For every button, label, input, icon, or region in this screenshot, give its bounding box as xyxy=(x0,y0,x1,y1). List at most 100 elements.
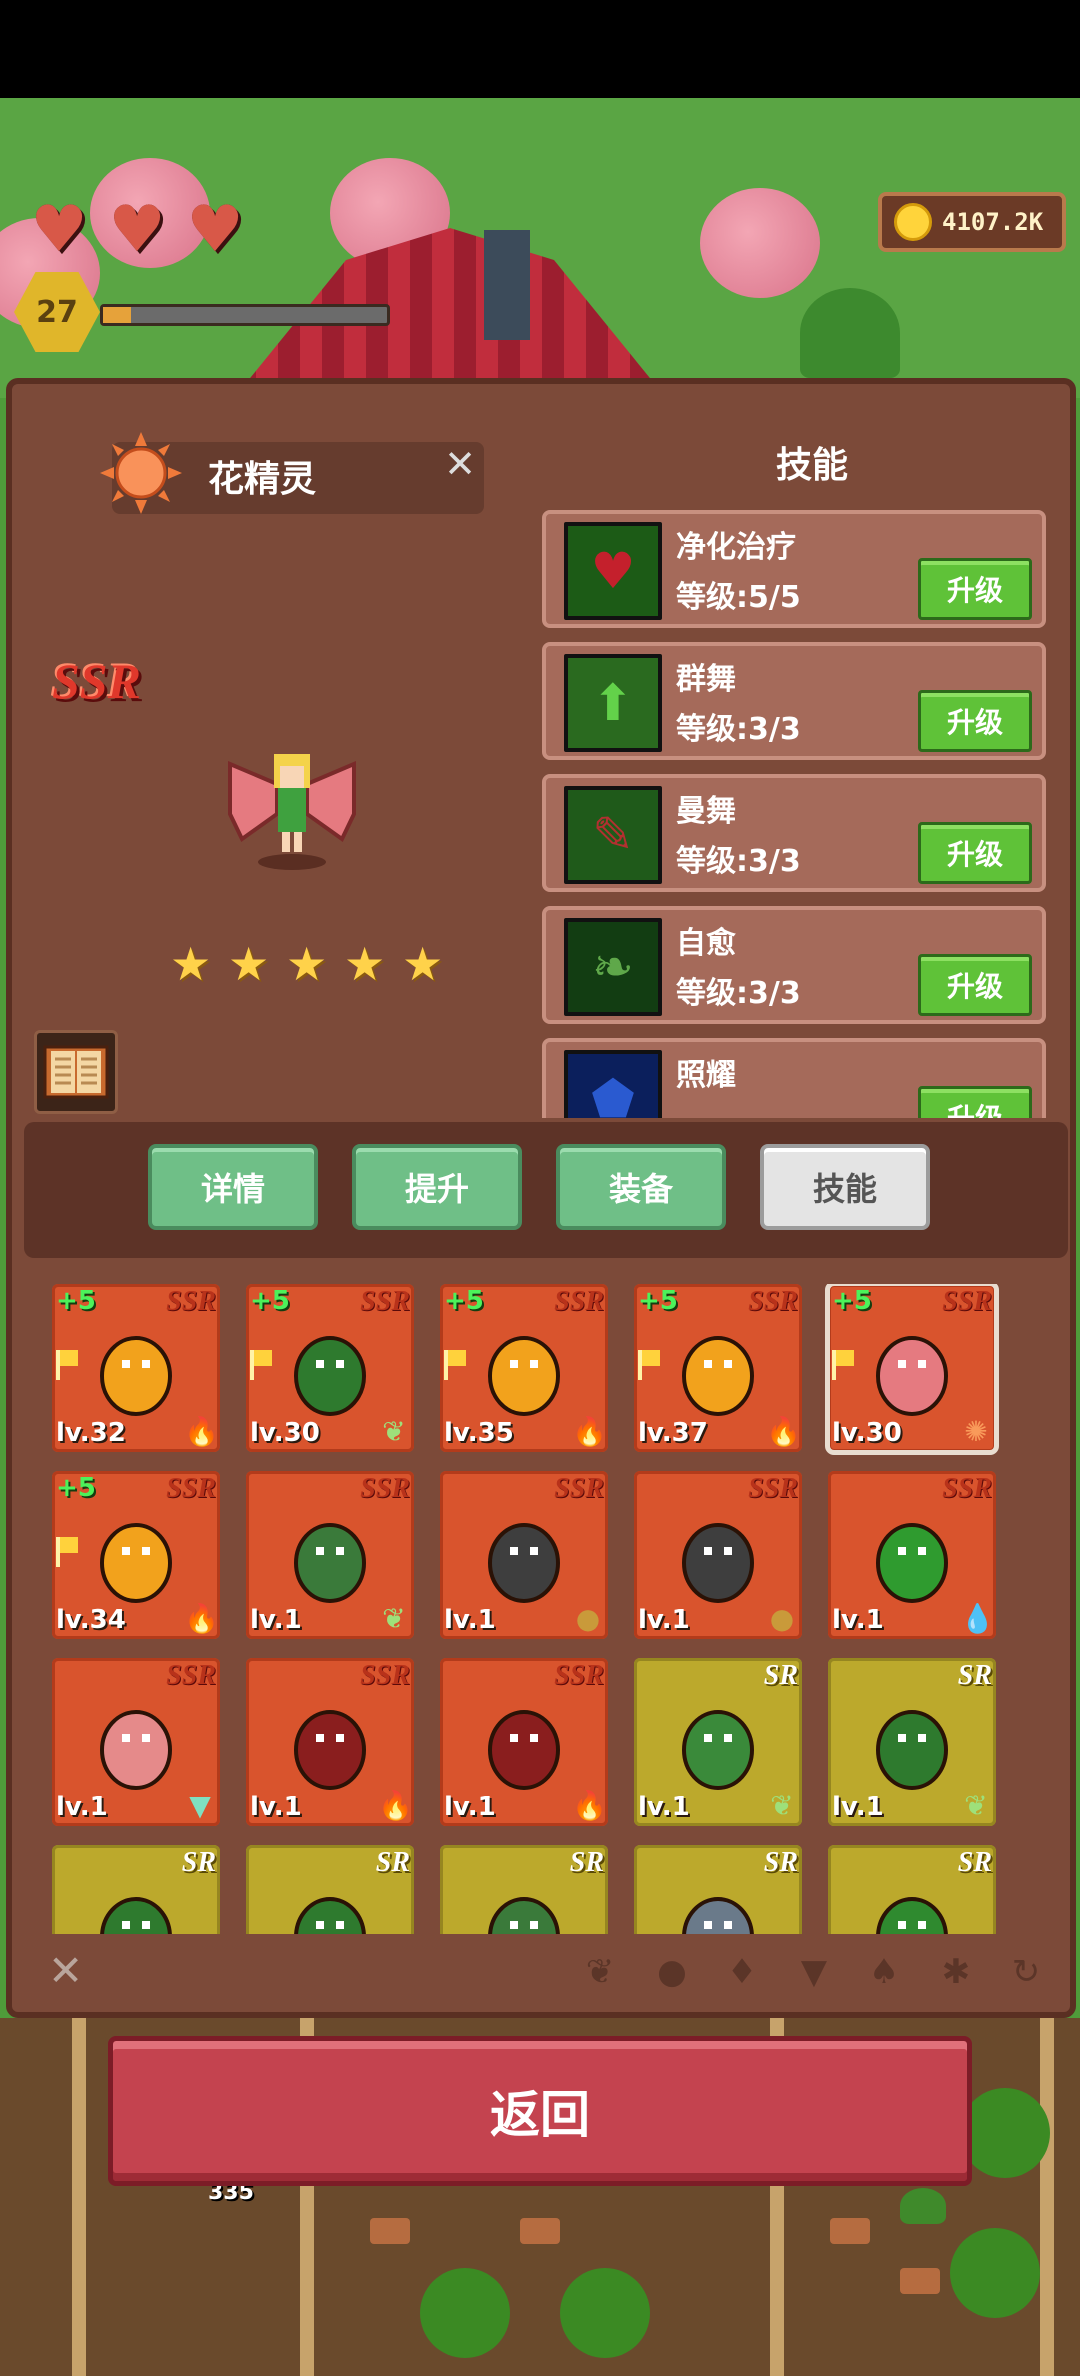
card-rarity: SSR xyxy=(360,1660,410,1691)
skill-name: 照耀 xyxy=(676,1058,736,1093)
hero-card[interactable]: SR lv.1 ❦ xyxy=(634,1658,802,1826)
wind-filter-icon[interactable]: ▼ xyxy=(794,1952,834,1992)
upgrade-button[interactable]: 升级 xyxy=(918,558,1032,620)
close-icon[interactable]: ✕ xyxy=(48,1946,83,1995)
hero-card[interactable]: SR lv.1 ❦ xyxy=(828,1658,996,1826)
hero-card[interactable]: +5 SSR lv.30 ✺ xyxy=(825,1284,999,1455)
card-rarity: SSR xyxy=(360,1473,410,1504)
hero-card[interactable]: SR xyxy=(440,1845,608,1934)
fire-element-icon: 🔥 xyxy=(572,1789,607,1822)
tab-details[interactable]: 详情 xyxy=(148,1144,318,1230)
flag-icon xyxy=(444,1350,468,1380)
hero-card-grid[interactable]: +5 SSR lv.32 🔥 +5 SSR lv.30 ❦ +5 SSR lv.35 🔥 +5 SSR lv… xyxy=(52,1284,1042,1934)
hero-card[interactable]: SSR lv.1 ● xyxy=(634,1471,802,1639)
heart-icon: ♥ xyxy=(108,193,166,267)
hero-card[interactable]: SR xyxy=(828,1845,996,1934)
earth-element-icon: ● xyxy=(769,1602,795,1635)
flame-sprite xyxy=(86,1320,186,1420)
card-rarity: SSR xyxy=(554,1286,604,1317)
hero-card[interactable]: +5 SSR lv.30 ❦ xyxy=(246,1284,414,1452)
health-hearts: ♥ ♥ ♥ xyxy=(22,193,252,267)
pink-tree xyxy=(700,188,820,298)
skill-row: ♥ 净化治疗 等级:5/5 升级 xyxy=(542,510,1046,628)
skill-level: 等级:3/3 xyxy=(676,712,801,747)
hero-card[interactable]: +5 SSR lv.32 🔥 xyxy=(52,1284,220,1452)
boot-icon: ✎ xyxy=(564,786,662,884)
skill-name: 曼舞 xyxy=(676,794,736,829)
upgrade-button[interactable]: 升级 xyxy=(918,822,1032,884)
card-level: lv.1 xyxy=(56,1792,108,1822)
status-bar xyxy=(0,0,1080,98)
flame-filter-icon[interactable]: ♠ xyxy=(864,1952,904,1992)
skill-row: ⬆ 群舞 等级:3/3 升级 xyxy=(542,642,1046,760)
card-level: lv.1 xyxy=(444,1792,496,1822)
water-element-icon: 💧 xyxy=(960,1602,995,1635)
codex-book-button[interactable] xyxy=(34,1030,118,1114)
upgrade-button[interactable]: 升级 xyxy=(918,1086,1032,1118)
hero-card[interactable]: +5 SSR lv.35 🔥 xyxy=(440,1284,608,1452)
hero-card[interactable]: SSR lv.1 🔥 xyxy=(440,1658,608,1826)
heart-icon: ♥ xyxy=(564,522,662,620)
card-rarity: SSR xyxy=(748,1286,798,1317)
earth-element-icon: ● xyxy=(575,1602,601,1635)
hero-card[interactable]: SR xyxy=(246,1845,414,1934)
hero-card[interactable]: +5 SSR lv.37 🔥 xyxy=(634,1284,802,1452)
skills-list[interactable]: ♥ 净化治疗 等级:5/5 升级 ⬆ 群舞 等级:3/3 升级 ✎ 曼舞 等级:3/3 升级 ❧ 自愈 等级… xyxy=(542,510,1052,1118)
leaf-icon: ❧ xyxy=(564,918,662,1016)
card-rarity: SR xyxy=(763,1847,798,1878)
card-rarity: SSR xyxy=(360,1286,410,1317)
card-rarity: SSR xyxy=(166,1473,216,1504)
coin-counter[interactable]: 4107.2K xyxy=(878,192,1066,252)
palm-tree xyxy=(800,288,900,378)
card-rarity: SSR xyxy=(748,1473,798,1504)
tab-upgrade[interactable]: 提升 xyxy=(352,1144,522,1230)
orc-knight-sprite xyxy=(280,1507,380,1607)
book-icon xyxy=(43,1045,109,1099)
hero-card[interactable]: SSR lv.1 💧 xyxy=(828,1471,996,1639)
water-filter-icon[interactable]: ♦ xyxy=(722,1952,762,1992)
back-button[interactable]: 返回 xyxy=(108,2036,972,2186)
star-filter-icon[interactable]: ✱ xyxy=(936,1952,976,1992)
card-rarity: SSR xyxy=(554,1660,604,1691)
upgrade-button[interactable]: 升级 xyxy=(918,690,1032,752)
hero-card[interactable]: SSR lv.1 ▼ xyxy=(52,1658,220,1826)
hero-rarity-badge: SSR xyxy=(52,653,141,709)
tab-bar: 详情 提升 装备 技能 xyxy=(24,1122,1068,1258)
card-plus: +5 xyxy=(638,1286,678,1316)
card-plus: +5 xyxy=(56,1473,96,1503)
hero-sprite xyxy=(228,754,356,870)
card-rarity: SR xyxy=(957,1660,992,1691)
bush-sprite xyxy=(862,1881,962,1934)
xp-bar xyxy=(100,304,390,326)
hero-stars: ★ ★ ★ ★ ★ xyxy=(170,937,443,991)
fire-filter-icon[interactable]: ❦ xyxy=(580,1952,620,1992)
hero-card[interactable]: SSR lv.1 ● xyxy=(440,1471,608,1639)
card-plus: +5 xyxy=(56,1286,96,1316)
hero-card[interactable]: SSR lv.1 ❦ xyxy=(246,1471,414,1639)
tab-skills[interactable]: 技能 xyxy=(760,1144,930,1230)
tab-equipment[interactable]: 装备 xyxy=(556,1144,726,1230)
earth-filter-icon[interactable]: ● xyxy=(652,1952,692,1992)
star-icon: ★ xyxy=(286,937,328,991)
card-level: lv.37 xyxy=(638,1418,708,1448)
skill-row: ❧ 自愈 等级:3/3 升级 xyxy=(542,906,1046,1024)
flame-sprite xyxy=(668,1320,768,1420)
close-icon[interactable]: ✕ xyxy=(440,444,480,484)
hero-card[interactable]: SR xyxy=(634,1845,802,1934)
arrow-up-icon: ⬆ xyxy=(564,654,662,752)
star-icon: ★ xyxy=(170,937,212,991)
cycle-filter-icon[interactable]: ↻ xyxy=(1006,1952,1046,1992)
upgrade-button[interactable]: 升级 xyxy=(918,954,1032,1016)
card-rarity: SR xyxy=(375,1847,410,1878)
treant-sprite xyxy=(280,1320,380,1420)
hero-card[interactable]: SSR lv.1 🔥 xyxy=(246,1658,414,1826)
card-plus: +5 xyxy=(832,1286,872,1316)
skill-level: 等级:5/5 xyxy=(676,580,801,615)
leaf-element-icon: ❦ xyxy=(382,1602,406,1635)
skill-row: ⬟ 照耀升级 xyxy=(542,1038,1046,1118)
slime-sprite xyxy=(862,1507,962,1607)
hero-card[interactable]: SR xyxy=(52,1845,220,1934)
coin-icon xyxy=(894,203,932,241)
hero-card[interactable]: +5 SSR lv.34 🔥 xyxy=(52,1471,220,1639)
golem-sprite xyxy=(668,1507,768,1607)
